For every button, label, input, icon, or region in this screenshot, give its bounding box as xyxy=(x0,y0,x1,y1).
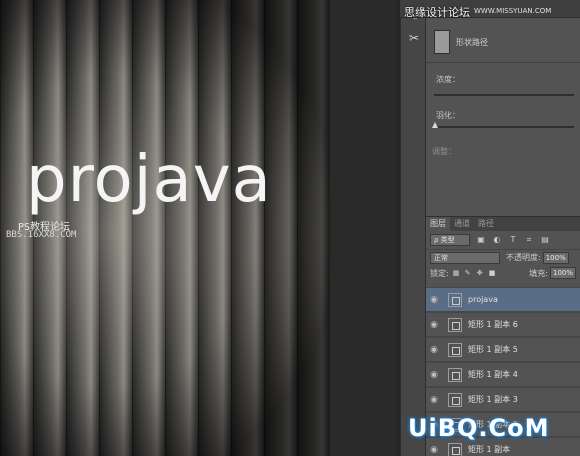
layers-tabs: 图层 通道 路径 xyxy=(426,217,580,231)
path-label: 形状路径 xyxy=(456,37,488,47)
document-canvas[interactable]: projava PS教程论坛 BBS.16XX8.COM xyxy=(0,0,400,456)
properties-panel: 形状路径 浓度： 羽化： 调整： xyxy=(426,0,580,210)
tab-layers[interactable]: 图层 xyxy=(426,217,450,231)
layer-row[interactable]: ◉ 矩形 1 副本 4 xyxy=(426,362,580,387)
layer-name: projava xyxy=(468,295,498,304)
layer-row[interactable]: ◉ 矩形 1 副本 5 xyxy=(426,337,580,362)
type-filter-icon[interactable]: T xyxy=(508,235,518,245)
art-text: projava xyxy=(26,143,272,217)
shape-filter-icon[interactable]: ⌗ xyxy=(524,235,534,245)
shape-layer-thumbnail xyxy=(448,442,462,456)
visibility-eye-icon[interactable]: ◉ xyxy=(426,395,442,405)
uibq-watermark: UiBQ.CoM xyxy=(408,414,550,442)
visibility-eye-icon[interactable]: ◉ xyxy=(426,320,442,330)
dark-margin xyxy=(330,0,396,456)
path-row[interactable]: 形状路径 xyxy=(434,22,574,62)
lock-label: 锁定: xyxy=(430,268,449,278)
layer-name: 矩形 1 副本 3 xyxy=(468,395,518,404)
image-filter-icon[interactable]: ▣ xyxy=(476,235,486,245)
opacity-label: 不透明度: xyxy=(506,253,541,262)
site-watermark-url: WWW.MISSYUAN.COM xyxy=(474,7,552,15)
fill-label: 填充: xyxy=(529,268,548,278)
shape-layer-thumbnail xyxy=(448,292,462,307)
right-panel: 形状路径 浓度： 羽化： 调整： 图层 通道 路径 ρ 类型 ▣ ◐ T ⌗ ▤… xyxy=(426,0,580,456)
feather-slider[interactable] xyxy=(434,126,574,128)
layer-row[interactable]: ◉ 矩形 1 副本 3 xyxy=(426,387,580,412)
layer-name: 矩形 1 副本 6 xyxy=(468,320,518,329)
shape-layer-thumbnail xyxy=(448,367,462,382)
layer-name: 矩形 1 副本 5 xyxy=(468,345,518,354)
fill-input[interactable]: 100% xyxy=(550,267,576,279)
adjustment-filter-icon[interactable]: ◐ xyxy=(492,235,502,245)
lock-paint-icon[interactable]: ✎ xyxy=(465,269,473,277)
lock-transparent-icon[interactable]: ▦ xyxy=(453,269,461,277)
site-watermark: 思缘设计论坛 xyxy=(404,6,470,19)
lock-move-icon[interactable]: ✥ xyxy=(477,269,485,277)
opacity-input[interactable]: 100% xyxy=(542,251,569,264)
layer-name: 矩形 1 副本 4 xyxy=(468,370,518,379)
lock-row: 锁定: ▦ ✎ ✥ ■ 填充: 100% xyxy=(426,265,580,281)
divider xyxy=(426,62,580,63)
lock-all-icon[interactable]: ■ xyxy=(489,269,497,277)
adjust-label: 调整： xyxy=(432,147,456,156)
tool-settings-icon[interactable]: ✂ xyxy=(404,28,424,48)
panel-tool-column: ¶ ✂ xyxy=(400,0,426,456)
tab-paths[interactable]: 路径 xyxy=(474,217,498,231)
shape-layer-thumbnail xyxy=(448,317,462,332)
density-label: 浓度： xyxy=(436,75,460,84)
artwork: projava PS教程论坛 BBS.16XX8.COM xyxy=(0,0,396,456)
shape-layer-thumbnail xyxy=(448,342,462,357)
layer-row[interactable]: ◉ 矩形 1 副本 6 xyxy=(426,312,580,337)
visibility-eye-icon[interactable]: ◉ xyxy=(426,445,442,455)
visibility-eye-icon[interactable]: ◉ xyxy=(426,295,442,305)
filter-row: ρ 类型 ▣ ◐ T ⌗ ▤ xyxy=(426,231,580,249)
blend-row: 正常 不透明度: 100% xyxy=(426,249,580,265)
shape-layer-thumbnail xyxy=(448,392,462,407)
filter-kind-select[interactable]: ρ 类型 xyxy=(430,234,470,246)
blend-mode-select[interactable]: 正常 xyxy=(430,251,500,264)
visibility-eye-icon[interactable]: ◉ xyxy=(426,370,442,380)
feather-label: 羽化： xyxy=(436,111,460,120)
watermark-url: BBS.16XX8.COM xyxy=(6,230,77,240)
layer-row[interactable]: ◉ projava xyxy=(426,287,580,312)
layer-name: 矩形 1 副本 xyxy=(468,445,511,454)
tab-channels[interactable]: 通道 xyxy=(450,217,474,231)
path-thumbnail xyxy=(434,30,450,54)
smart-object-filter-icon[interactable]: ▤ xyxy=(540,235,550,245)
visibility-eye-icon[interactable]: ◉ xyxy=(426,345,442,355)
feather-slider-thumb[interactable] xyxy=(432,122,438,128)
density-slider[interactable] xyxy=(434,94,574,96)
